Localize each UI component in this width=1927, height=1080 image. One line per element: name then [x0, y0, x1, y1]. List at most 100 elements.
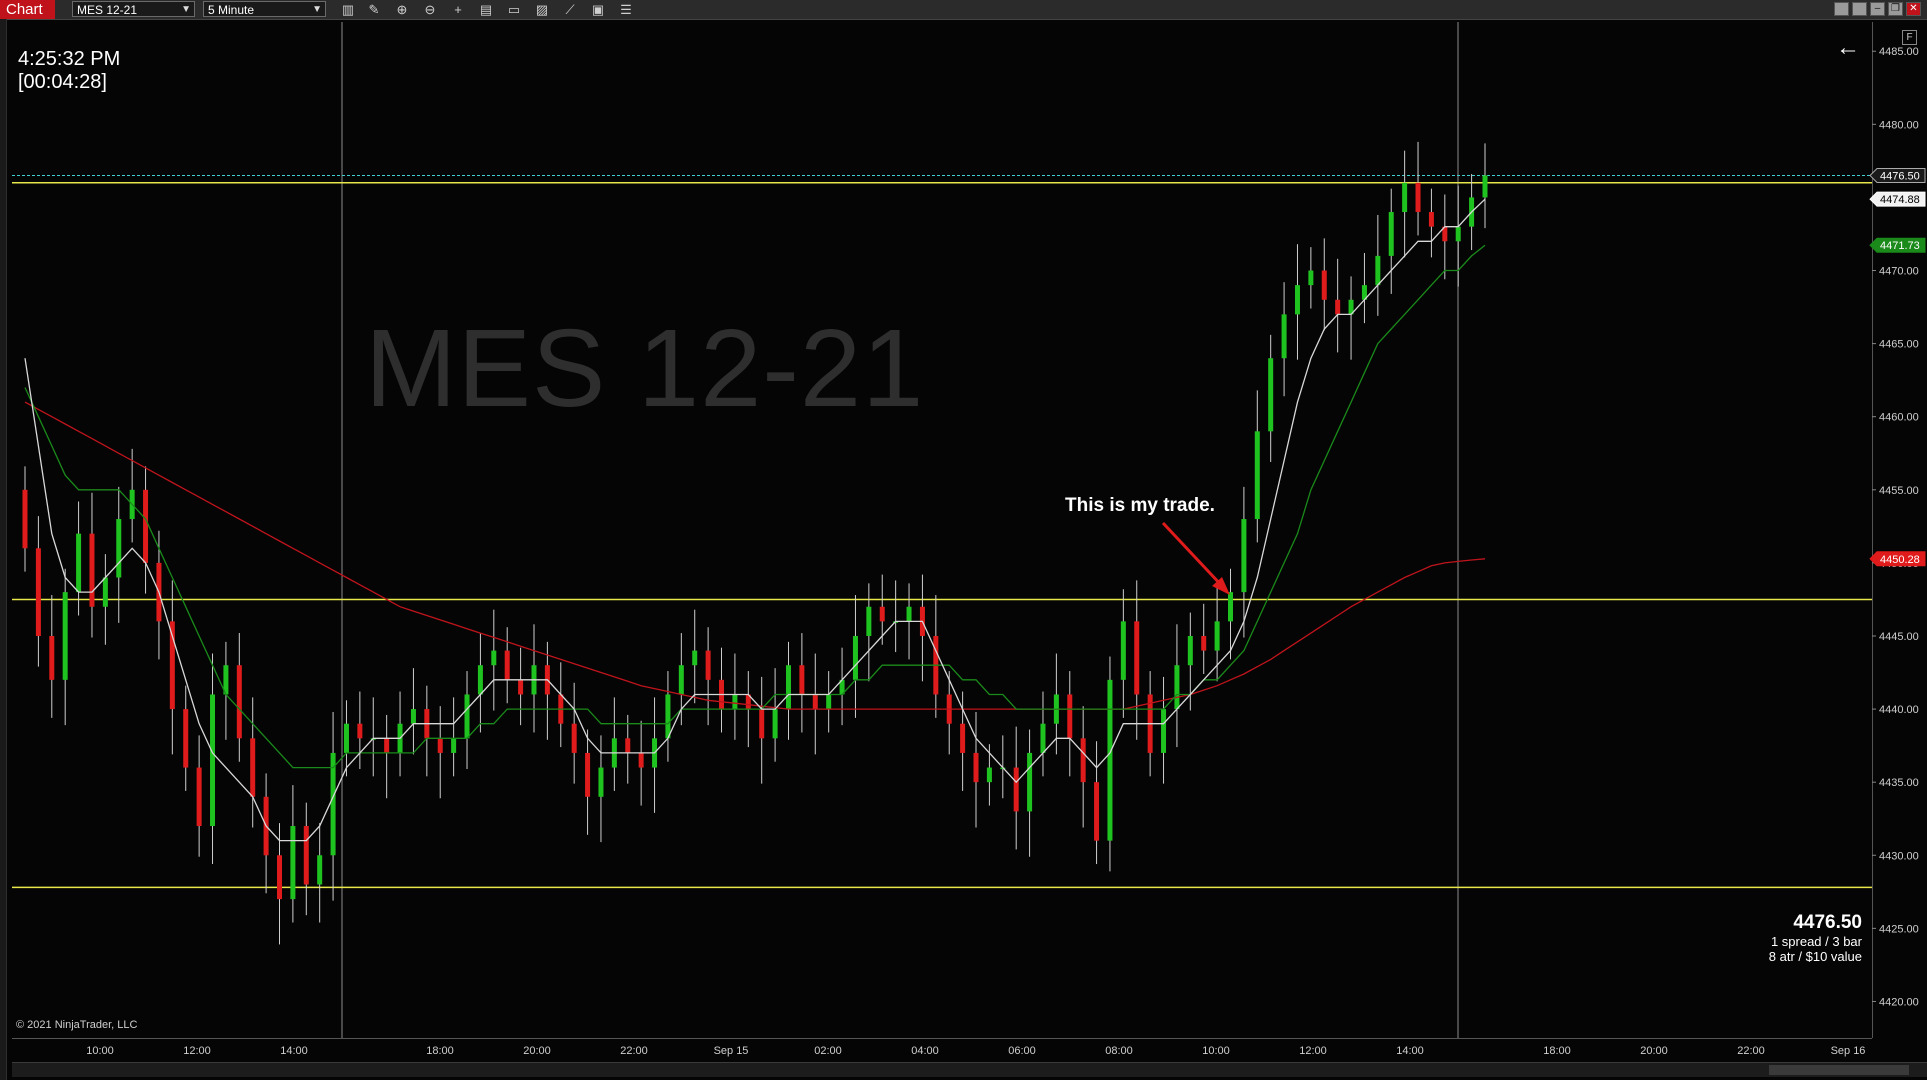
- price-tick-label: 4430.00: [1879, 850, 1919, 862]
- clock-time: 4:25:32 PM: [18, 48, 121, 70]
- annotation-arrow: [1161, 521, 1225, 589]
- time-tick-label: Sep 16: [1831, 1045, 1866, 1057]
- candle-body: [1415, 182, 1421, 213]
- price-tick-label: 4485.00: [1879, 46, 1919, 58]
- info-last-price: 4476.50: [1793, 912, 1862, 933]
- time-tick-label: 18:00: [426, 1045, 454, 1057]
- price-marker-label: 4471.73: [1880, 240, 1920, 252]
- candle-body: [692, 650, 698, 666]
- candle-body: [1174, 665, 1180, 710]
- time-tick-label: 08:00: [1105, 1045, 1133, 1057]
- time-tick-label: 12:00: [183, 1045, 211, 1057]
- candle-body: [1067, 694, 1073, 739]
- candle-body: [116, 519, 122, 578]
- candle-body: [1241, 519, 1247, 593]
- candle-body: [866, 606, 872, 636]
- candle-body: [196, 767, 202, 827]
- candle-body: [1040, 723, 1046, 753]
- price-tick-label: 4465.00: [1879, 339, 1919, 351]
- trade-annotation-text[interactable]: This is my trade.: [1065, 495, 1215, 517]
- candle-body: [303, 826, 309, 885]
- candle-body: [852, 635, 858, 680]
- candle-body: [1428, 212, 1434, 227]
- candle-body: [317, 855, 323, 885]
- candle-body: [1094, 782, 1100, 841]
- price-info-box: 4476.50 1 spread / 3 bar 8 atr / $10 val…: [1769, 912, 1862, 964]
- price-tick-label: 4445.00: [1879, 631, 1919, 643]
- time-tick-label: 20:00: [1640, 1045, 1668, 1057]
- candle-body: [986, 767, 992, 783]
- clock-readout: 4:25:32 PM [00:04:28]: [18, 48, 120, 94]
- sma-green-line: [24, 244, 1486, 769]
- time-tick-label: 20:00: [523, 1045, 551, 1057]
- sma-white-line: [24, 198, 1486, 842]
- candle-body: [357, 723, 363, 739]
- candle-body: [464, 694, 470, 739]
- time-tick-label: 06:00: [1008, 1045, 1036, 1057]
- price-tick-label: 4435.00: [1879, 777, 1919, 789]
- candle-body: [1080, 738, 1086, 783]
- candle-body: [571, 723, 577, 753]
- price-tick-label: 4425.00: [1879, 923, 1919, 935]
- candle-body: [276, 855, 282, 900]
- candle-body: [477, 665, 483, 695]
- candle-body: [732, 694, 738, 710]
- candle-body: [491, 650, 497, 666]
- candle-body: [1402, 182, 1408, 213]
- time-tick-label: 12:00: [1299, 1045, 1327, 1057]
- candle-body: [330, 752, 336, 856]
- time-tick-label: 14:00: [280, 1045, 308, 1057]
- candle-body: [1482, 175, 1488, 198]
- candle-body: [1321, 270, 1327, 300]
- candle-body: [410, 709, 416, 724]
- candle-body: [504, 650, 510, 680]
- candle-body: [1214, 621, 1220, 651]
- candle-body: [906, 606, 912, 622]
- candle-body: [1013, 767, 1019, 812]
- candle-body: [290, 826, 296, 900]
- candle-body: [625, 738, 631, 753]
- time-tick-label: 02:00: [814, 1045, 842, 1057]
- time-tick-label: 22:00: [1737, 1045, 1765, 1057]
- candle-body: [598, 767, 604, 797]
- candle-body: [1201, 635, 1207, 651]
- candle-body: [705, 650, 711, 680]
- candle-body: [1161, 709, 1167, 753]
- back-arrow-icon[interactable]: ←: [1836, 34, 1860, 62]
- time-tick-label: Sep 15: [714, 1045, 749, 1057]
- f-button[interactable]: F: [1902, 30, 1917, 45]
- candle-body: [451, 738, 457, 753]
- candle-body: [1281, 314, 1287, 359]
- price-tick-label: 4455.00: [1879, 485, 1919, 497]
- candle-body: [759, 709, 765, 739]
- candle-body: [250, 738, 256, 797]
- candle-body: [384, 738, 390, 753]
- candle-body: [826, 694, 832, 710]
- time-tick-label: 04:00: [911, 1045, 939, 1057]
- price-tick-label: 4470.00: [1879, 266, 1919, 278]
- price-tick-label: 4480.00: [1879, 119, 1919, 131]
- time-tick-label: 18:00: [1543, 1045, 1571, 1057]
- candle-body: [973, 752, 979, 783]
- candle-body: [678, 665, 684, 695]
- candle-body: [62, 592, 68, 680]
- candle-body: [76, 533, 82, 593]
- candle-body: [437, 738, 443, 753]
- price-marker-label: 4474.88: [1880, 194, 1920, 206]
- candle-body: [35, 548, 41, 636]
- candle-body: [89, 533, 95, 607]
- candle-body: [236, 665, 242, 739]
- candle-body: [785, 665, 791, 710]
- candle-body: [1228, 592, 1234, 622]
- price-marker-label: 4450.28: [1880, 554, 1920, 566]
- sma-red-line: [24, 401, 1486, 710]
- price-marker-label: 4476.50: [1880, 170, 1920, 182]
- candle-body: [772, 709, 778, 739]
- candle-body: [210, 694, 216, 827]
- candle-body: [1107, 679, 1113, 841]
- price-tick-label: 4460.00: [1879, 412, 1919, 424]
- chart-svg: 4485.004480.004475.004470.004465.004460.…: [12, 22, 1926, 1057]
- candle-body: [1308, 270, 1314, 286]
- candle-body: [102, 577, 108, 607]
- candle-body: [665, 694, 671, 739]
